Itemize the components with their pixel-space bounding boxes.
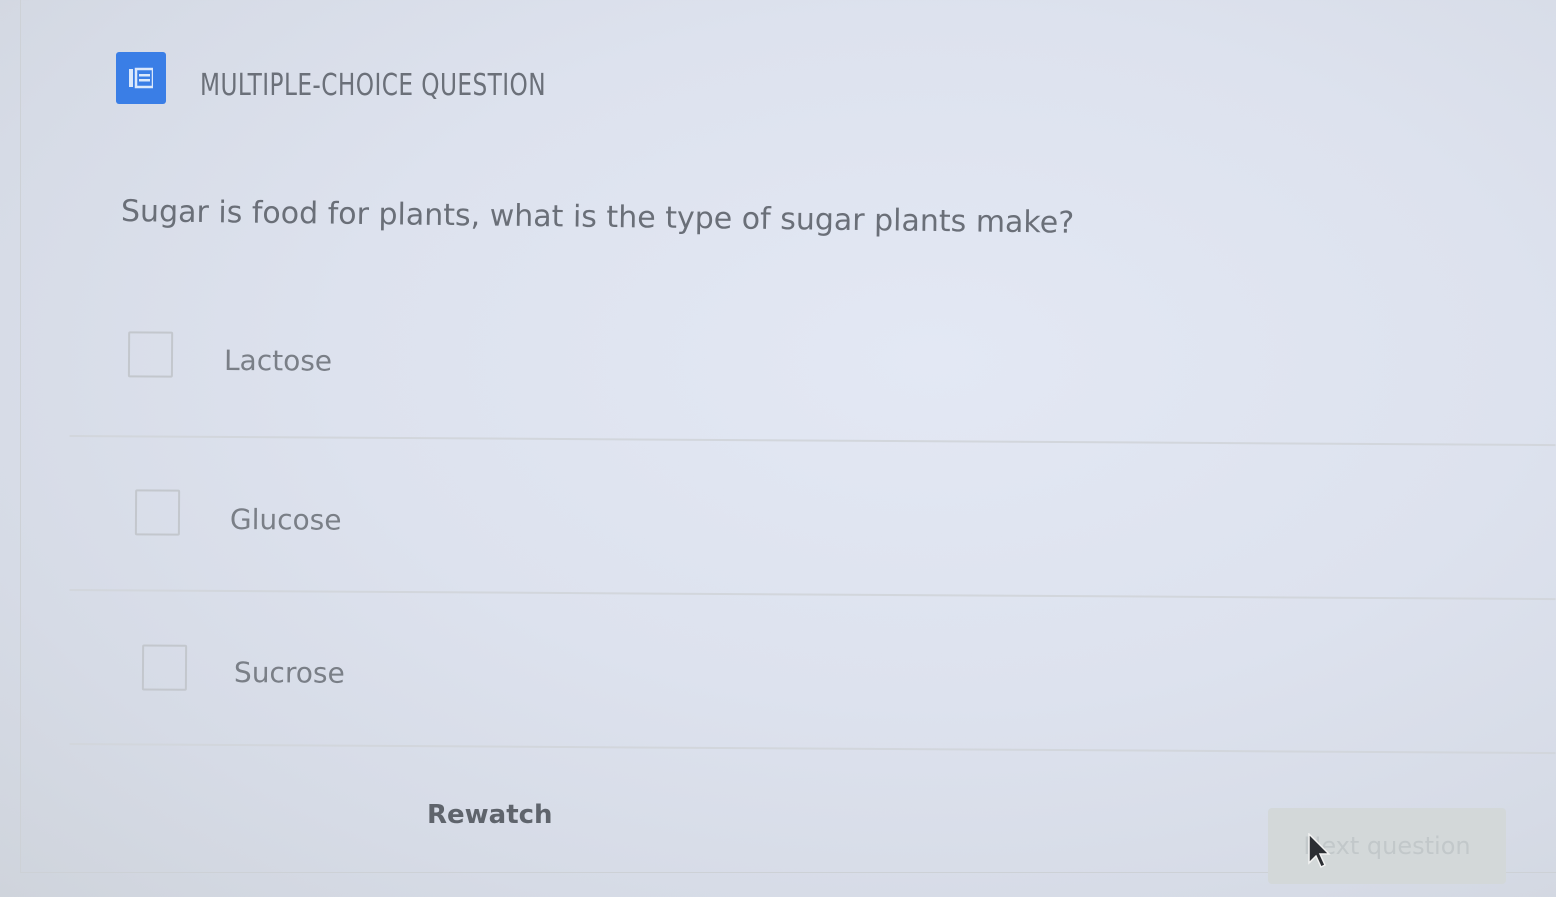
question-type-title: MULTIPLE-CHOICE QUESTION [200, 67, 547, 103]
answer-option[interactable]: Glucose [69, 437, 1556, 601]
answer-option[interactable]: Sucrose [69, 591, 1556, 755]
rewatch-button[interactable]: Rewatch [427, 800, 553, 830]
answer-checkbox[interactable] [134, 489, 181, 536]
answer-options: Lactose Glucose Sucrose [69, 283, 1556, 755]
list-icon [129, 67, 153, 89]
answer-label: Lactose [223, 343, 333, 378]
answer-option[interactable]: Lactose [69, 283, 1556, 447]
question-type-badge [116, 52, 166, 104]
question-header: MULTIPLE-CHOICE QUESTION [116, 52, 602, 104]
mouse-cursor-icon [1308, 833, 1331, 869]
answer-checkbox[interactable] [141, 644, 188, 691]
answer-checkbox[interactable] [127, 331, 174, 378]
next-question-button[interactable]: Next question [1268, 808, 1506, 884]
answer-label: Sucrose [233, 656, 345, 690]
answer-label: Glucose [229, 502, 342, 537]
